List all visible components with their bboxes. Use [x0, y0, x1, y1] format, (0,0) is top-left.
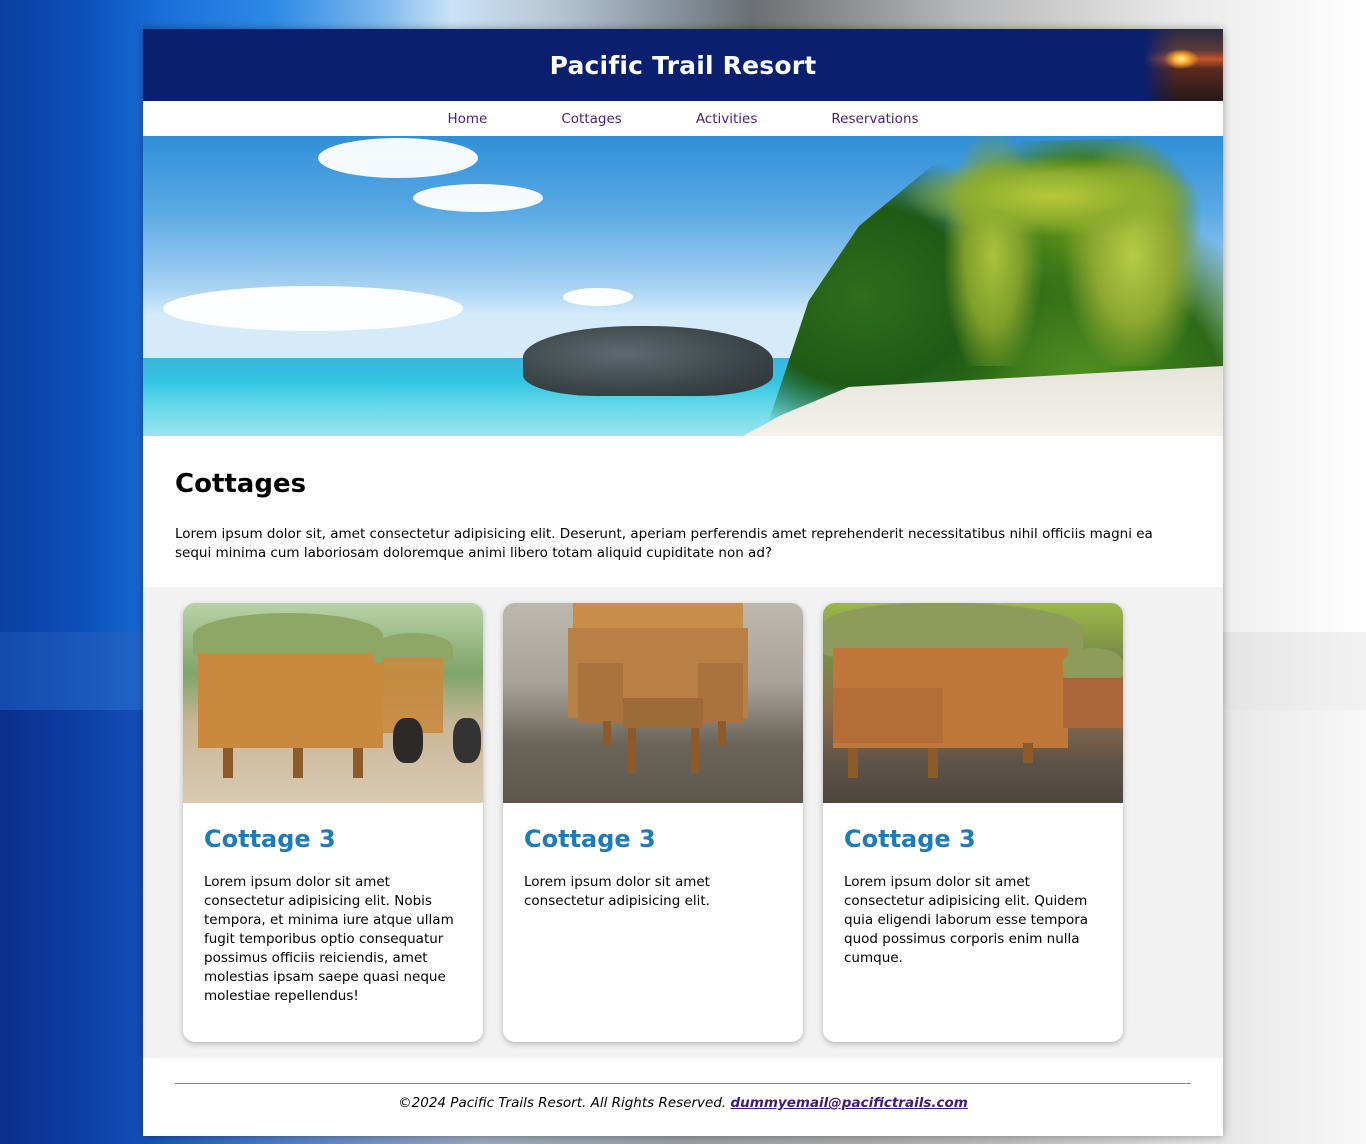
site-footer: ©2024 Pacific Trails Resort. All Rights …	[143, 1059, 1223, 1136]
intro-text: Lorem ipsum dolor sit, amet consectetur …	[175, 526, 1153, 561]
cottage-card: Cottage 3 Lorem ipsum dolor sit amet con…	[183, 603, 483, 1042]
sunset-image	[1143, 29, 1223, 101]
cottage-title: Cottage 3	[524, 825, 656, 853]
site-title: Pacific Trail Resort	[549, 50, 817, 80]
nav-home[interactable]: Home	[410, 111, 524, 127]
main-nav: Home Cottages Activities Reservations	[143, 101, 1223, 136]
cottage-photo	[503, 603, 803, 803]
cottage-description: Lorem ipsum dolor sit amet consectetur a…	[524, 874, 710, 909]
intro-section: Cottages Lorem ipsum dolor sit, amet con…	[143, 436, 1223, 587]
cloud	[563, 288, 633, 306]
footer-text: ©2024 Pacific Trails Resort. All Rights …	[143, 1095, 1223, 1111]
cottage-photo	[823, 603, 1123, 803]
copyright-text: ©2024 Pacific Trails Resort. All Rights …	[398, 1095, 727, 1111]
main-content: Cottages Lorem ipsum dolor sit, amet con…	[143, 436, 1223, 1058]
page-wrapper: Pacific Trail Resort Home Cottages Activ…	[143, 29, 1223, 1136]
cloud	[318, 138, 478, 178]
footer-divider	[175, 1083, 1191, 1084]
cottage-title: Cottage 3	[204, 825, 336, 853]
cottage-card: Cottage 3 Lorem ipsum dolor sit amet con…	[503, 603, 803, 1042]
cottage-title: Cottage 3	[844, 825, 976, 853]
cottage-description: Lorem ipsum dolor sit amet consectetur a…	[204, 874, 454, 1004]
nav-cottages[interactable]: Cottages	[524, 111, 658, 127]
rocks	[523, 326, 773, 396]
cottage-card: Cottage 3 Lorem ipsum dolor sit amet con…	[823, 603, 1123, 1042]
nav-reservations[interactable]: Reservations	[794, 111, 955, 127]
cottage-cards: Cottage 3 Lorem ipsum dolor sit amet con…	[143, 587, 1223, 1058]
cloud	[163, 286, 463, 331]
hero-beach-image	[143, 136, 1223, 436]
cottage-description: Lorem ipsum dolor sit amet consectetur a…	[844, 874, 1089, 966]
palm-tree	[903, 136, 1203, 366]
page-heading: Cottages	[175, 469, 307, 499]
cottage-photo	[183, 603, 483, 803]
nav-activities[interactable]: Activities	[659, 111, 795, 127]
email-link[interactable]: dummyemail@pacifictrails.com	[731, 1095, 968, 1111]
cloud	[413, 184, 543, 212]
site-header: Pacific Trail Resort	[143, 29, 1223, 101]
